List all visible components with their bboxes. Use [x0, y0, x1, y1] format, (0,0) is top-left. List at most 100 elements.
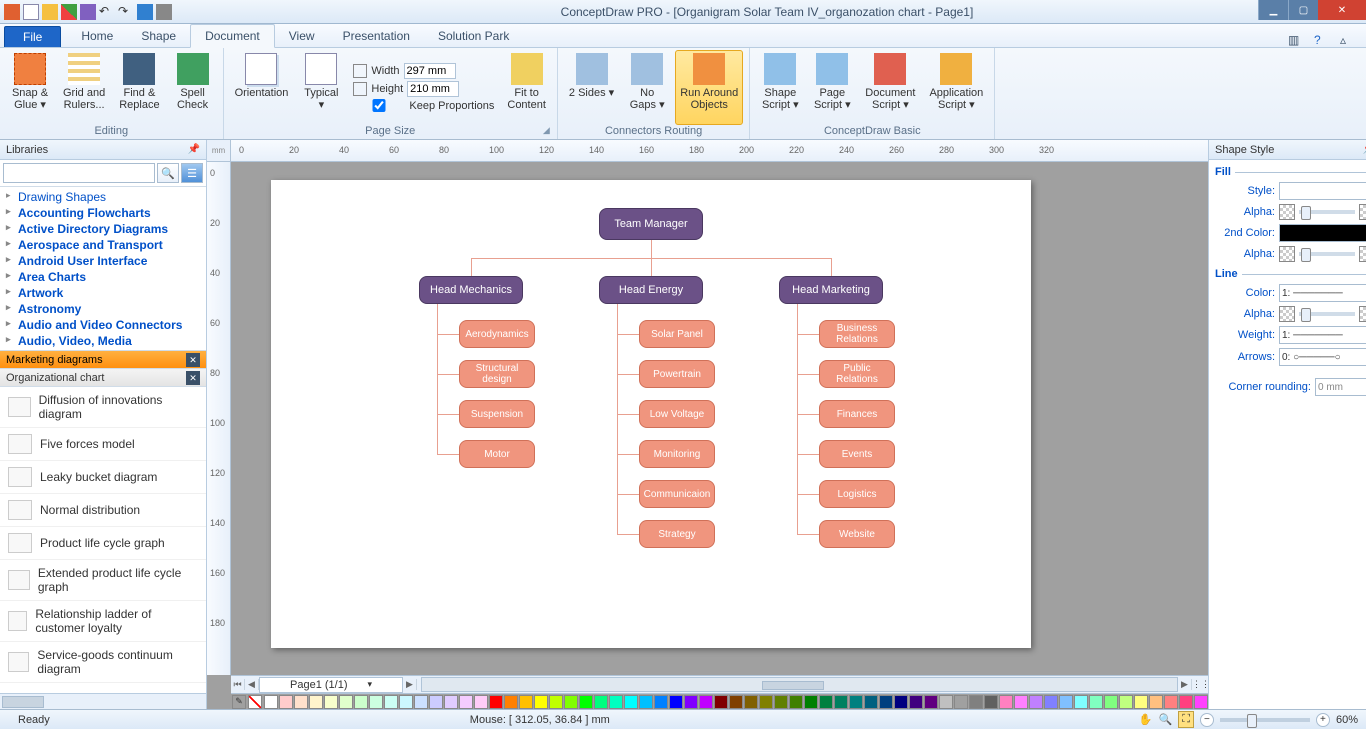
redo-icon[interactable]: ↷	[118, 4, 134, 20]
org-leaf[interactable]: Aerodynamics	[459, 320, 535, 348]
org-leaf[interactable]: Low Voltage	[639, 400, 715, 428]
width-input[interactable]	[404, 63, 456, 79]
stencil-item[interactable]: Service-goods continuum diagram	[0, 642, 206, 683]
stencil-orgchart[interactable]: Organizational chart ✕	[0, 369, 206, 387]
new-icon[interactable]	[23, 4, 39, 20]
stencil-item[interactable]: Normal distribution	[0, 494, 206, 527]
help-icon[interactable]	[80, 4, 96, 20]
color-swatch[interactable]	[324, 695, 338, 709]
spell-check-button[interactable]: SpellCheck	[169, 50, 217, 125]
color-swatch[interactable]	[594, 695, 608, 709]
orientation-button[interactable]: Orientation	[230, 50, 294, 125]
org-leaf[interactable]: Communicaion	[639, 480, 715, 508]
org-head-2[interactable]: Head Energy	[599, 276, 703, 304]
page-tab[interactable]: Page1 (1/1)▾	[259, 677, 403, 693]
org-leaf[interactable]: Solar Panel	[639, 320, 715, 348]
close-icon[interactable]: ✕	[186, 371, 200, 385]
org-leaf[interactable]: Structural design	[459, 360, 535, 388]
tree-item[interactable]: Android User Interface	[0, 253, 206, 269]
page[interactable]: Team Manager Head Mechanics Head Energy …	[271, 180, 1031, 648]
org-leaf[interactable]: Public Relations	[819, 360, 895, 388]
corner-rounding-input[interactable]: 0 mm	[1315, 378, 1366, 396]
eyedropper-icon[interactable]: ✎	[232, 695, 246, 709]
color-swatch[interactable]	[1119, 695, 1133, 709]
zoom-out-button[interactable]: −	[1200, 713, 1214, 727]
color-swatch[interactable]	[969, 695, 983, 709]
tree-item[interactable]: Astronomy	[0, 301, 206, 317]
prev-page-button[interactable]: ◀	[245, 679, 259, 690]
libraries-tree[interactable]: Drawing ShapesAccounting FlowchartsActiv…	[0, 187, 206, 351]
color-swatch[interactable]	[909, 695, 923, 709]
search-button[interactable]: 🔍	[157, 163, 179, 183]
color-swatch[interactable]	[519, 695, 533, 709]
color-swatch[interactable]	[549, 695, 563, 709]
tab-presentation[interactable]: Presentation	[329, 25, 424, 47]
color-swatch[interactable]	[504, 695, 518, 709]
tree-item[interactable]: Audio, Video, Media	[0, 333, 206, 349]
height-input[interactable]	[407, 81, 459, 97]
tree-item[interactable]: Area Charts	[0, 269, 206, 285]
color-swatch[interactable]	[474, 695, 488, 709]
org-leaf[interactable]: Website	[819, 520, 895, 548]
org-leaf[interactable]: Logistics	[819, 480, 895, 508]
org-root[interactable]: Team Manager	[599, 208, 703, 240]
color-swatch[interactable]	[894, 695, 908, 709]
color-swatch[interactable]	[699, 695, 713, 709]
color-swatch[interactable]	[1074, 695, 1088, 709]
color-swatch[interactable]	[459, 695, 473, 709]
color-swatch[interactable]	[279, 695, 293, 709]
color-swatch[interactable]	[354, 695, 368, 709]
color-swatch[interactable]	[414, 695, 428, 709]
color-swatch[interactable]	[984, 695, 998, 709]
color-swatch[interactable]	[924, 695, 938, 709]
weight-select[interactable]: 1: ───────	[1279, 326, 1366, 344]
stencil-item[interactable]: Leaky bucket diagram	[0, 461, 206, 494]
file-tab[interactable]: File	[4, 26, 61, 47]
color-swatch[interactable]	[1029, 695, 1043, 709]
close-icon[interactable]: ✕	[186, 353, 200, 367]
collapse-ribbon-icon[interactable]: ▵	[1340, 33, 1354, 47]
two-sides-button[interactable]: 2 Sides ▾	[564, 50, 619, 125]
line-color-select[interactable]: 1: ───────	[1279, 284, 1366, 302]
color-swatch[interactable]	[294, 695, 308, 709]
close-button[interactable]: ✕	[1318, 0, 1366, 20]
org-leaf[interactable]: Strategy	[639, 520, 715, 548]
tree-item[interactable]: Artwork	[0, 285, 206, 301]
document-script-button[interactable]: DocumentScript ▾	[860, 50, 920, 125]
shape-script-button[interactable]: ShapeScript ▾	[756, 50, 804, 125]
tree-item[interactable]: Aerospace and Transport	[0, 237, 206, 253]
resize-grip-icon[interactable]: ⋮⋮	[1192, 679, 1208, 690]
open-icon[interactable]	[42, 4, 58, 20]
search-input[interactable]	[3, 163, 155, 183]
color-swatch[interactable]	[834, 695, 848, 709]
find-replace-button[interactable]: Find &Replace	[114, 50, 164, 125]
first-page-button[interactable]: ⏮	[231, 679, 245, 690]
color-swatch[interactable]	[1089, 695, 1103, 709]
keep-proportions-checkbox[interactable]	[353, 99, 405, 112]
stencil-item[interactable]: Five forces model	[0, 428, 206, 461]
pin-icon[interactable]: 📌	[188, 144, 200, 155]
arrows-select[interactable]: 0: ○─────○	[1279, 348, 1366, 366]
color-swatch[interactable]	[534, 695, 548, 709]
page-script-button[interactable]: PageScript ▾	[808, 50, 856, 125]
color-swatch[interactable]	[399, 695, 413, 709]
color-swatch[interactable]	[819, 695, 833, 709]
canvas-hscroll[interactable]	[421, 677, 1178, 692]
help-icon[interactable]: ?	[1314, 33, 1328, 47]
color-swatch[interactable]	[939, 695, 953, 709]
tab-shape[interactable]: Shape	[127, 25, 190, 47]
color-swatch[interactable]	[564, 695, 578, 709]
tree-item[interactable]: Audio and Video Connectors	[0, 317, 206, 333]
color-swatch[interactable]	[654, 695, 668, 709]
color-swatch[interactable]	[1149, 695, 1163, 709]
stencil-marketing[interactable]: Marketing diagrams ✕	[0, 351, 206, 369]
org-leaf[interactable]: Suspension	[459, 400, 535, 428]
color-swatch[interactable]	[369, 695, 383, 709]
minimize-button[interactable]: ▁	[1258, 0, 1288, 20]
stencil-item[interactable]: Product life cycle graph	[0, 527, 206, 560]
color-swatch[interactable]	[774, 695, 788, 709]
tab-home[interactable]: Home	[67, 25, 127, 47]
color-swatch[interactable]	[879, 695, 893, 709]
color-swatch[interactable]	[849, 695, 863, 709]
color-swatch[interactable]	[264, 695, 278, 709]
